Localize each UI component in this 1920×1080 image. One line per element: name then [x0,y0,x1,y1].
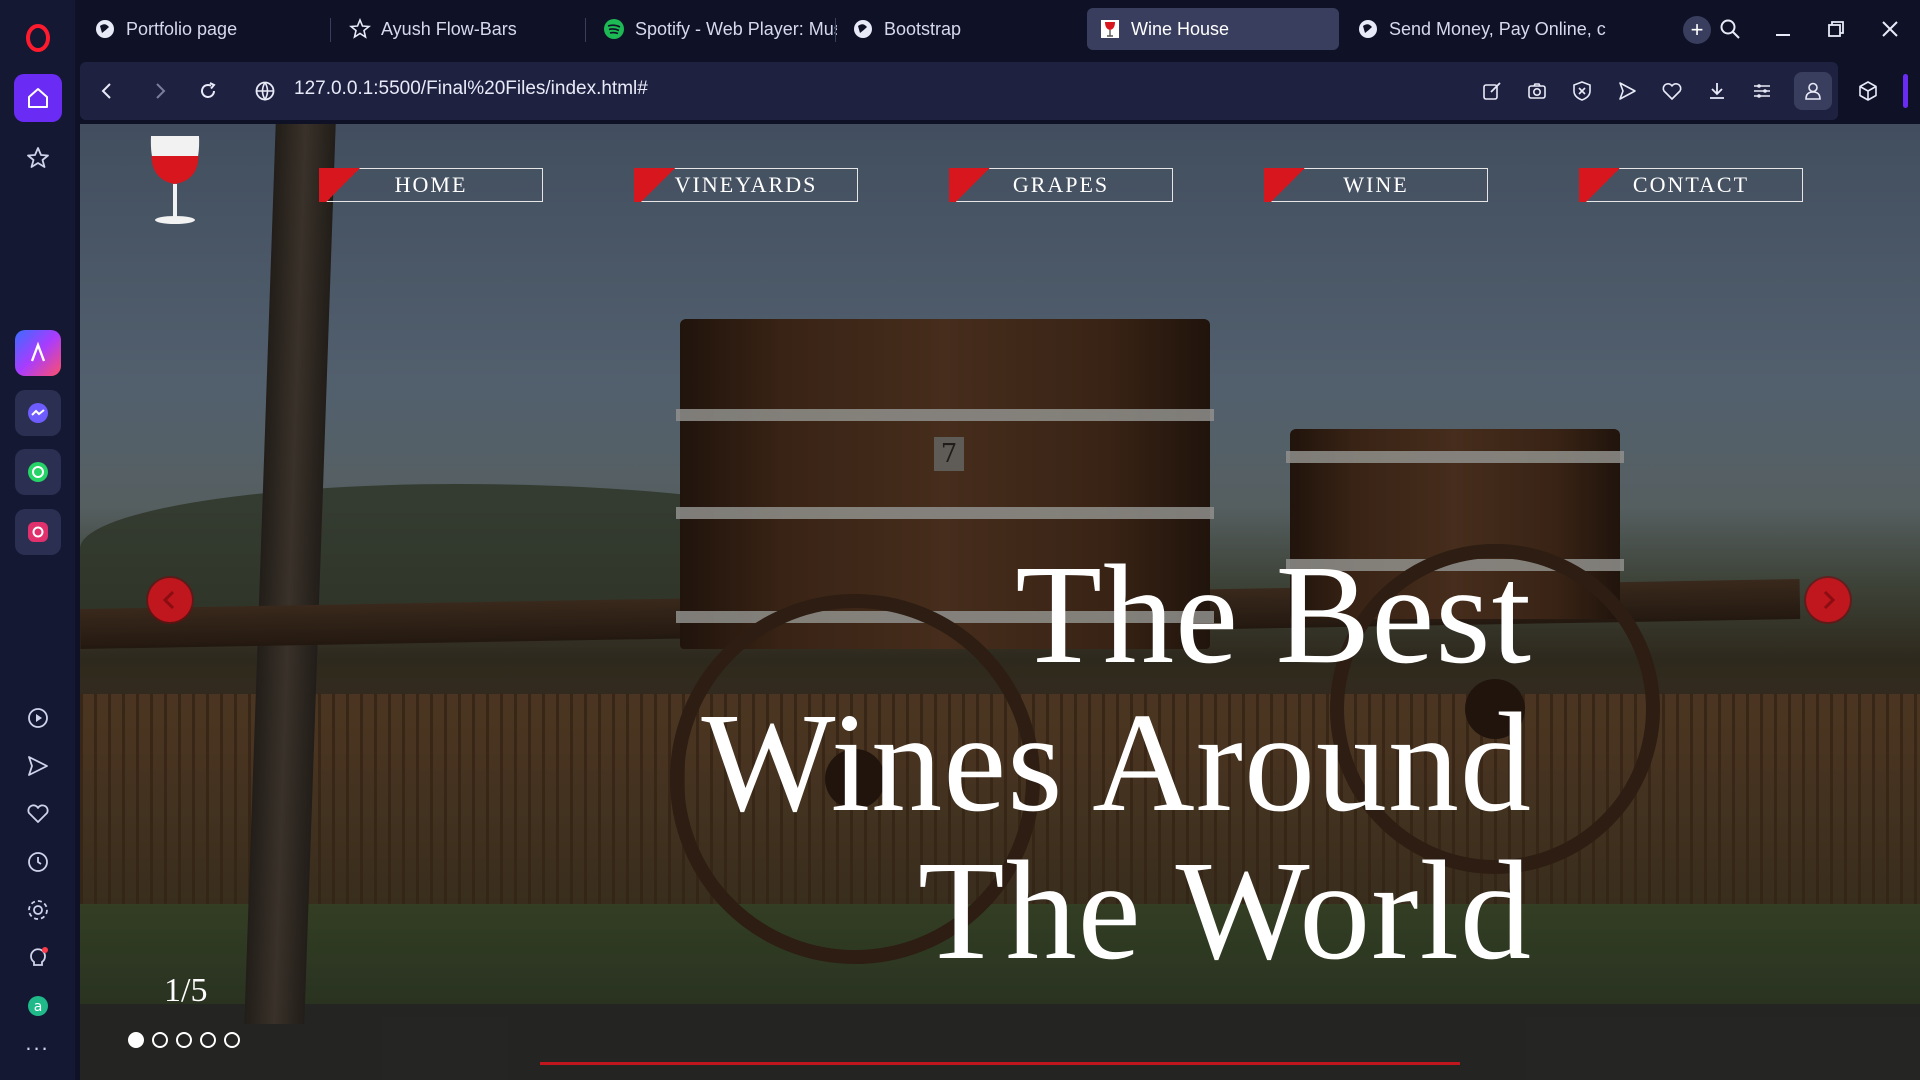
favorites-icon[interactable] [14,134,62,182]
tab-label: Portfolio page [126,18,238,39]
tab-label: Wine House [1131,18,1230,39]
new-tab-button[interactable]: + [1683,16,1711,44]
chevron-left-icon [162,590,175,610]
nav-red-flag [1264,168,1312,202]
profile-button[interactable] [1794,72,1832,110]
slider-dots [128,1032,240,1048]
aria-icon[interactable] [15,330,61,376]
nav-label: WINE [1343,172,1409,197]
sidebar-scroll-indicator [1903,74,1908,108]
nav-red-flag [319,168,367,202]
settings-icon[interactable] [14,886,62,934]
browser-sidebar: a ... [0,0,75,1080]
heart-icon[interactable] [14,790,62,838]
star-badge-icon [349,18,371,40]
slider-dot[interactable] [128,1032,144,1048]
headline-underline [540,1062,1460,1065]
url-field[interactable]: 127.0.0.1:5500/Final%20Files/index.html# [294,78,648,100]
tab-label: Bootstrap [884,18,962,39]
nav-home[interactable]: HOME [319,168,543,202]
wine-glass-logo-icon[interactable] [145,132,205,228]
edit-icon[interactable] [1477,76,1507,106]
tips-icon[interactable] [14,934,62,982]
tab-divider [585,18,586,42]
reload-icon[interactable] [193,76,223,106]
slider-dot[interactable] [200,1032,216,1048]
hero-headline: The Best Wines Around The World [701,540,1532,984]
globe-icon [1357,18,1379,40]
globe-icon [852,18,874,40]
sidebar-more-button[interactable]: ... [0,1030,75,1056]
bookmark-heart-icon[interactable] [1657,76,1687,106]
tab-send-money[interactable]: Send Money, Pay Online, c [1345,8,1665,50]
search-tabs-icon[interactable] [1715,14,1745,44]
nav-wine[interactable]: WINE [1264,168,1488,202]
nav-label: CONTACT [1632,172,1750,197]
tab-strip: Portfolio page Ayush Flow-Bars Spotify -… [75,0,1920,56]
tab-label: Spotify - Web Player: Mus [635,18,837,39]
close-icon[interactable] [1875,14,1905,44]
headline-line: The Best [1015,535,1532,693]
page-viewport: 7 HOME VINEYARDS GRAPES WINE CONTACT The… [80,124,1920,1080]
home-icon[interactable] [14,74,62,122]
slider-prev-button[interactable] [148,578,192,622]
opera-logo-icon[interactable] [14,14,62,62]
slide-counter: 1/5 [164,972,208,1009]
tab-label: Ayush Flow-Bars [381,18,517,39]
extensions-cube-icon[interactable] [1853,76,1883,106]
tab-ayush-flow-bars[interactable]: Ayush Flow-Bars [337,8,577,50]
tab-spotify[interactable]: Spotify - Web Player: Mus [591,8,837,50]
slider-dot[interactable] [224,1032,240,1048]
easy-setup-icon[interactable] [1747,76,1777,106]
nav-label: HOME [394,172,468,197]
wine-glass-icon [1099,18,1121,40]
whatsapp-icon[interactable] [15,449,61,495]
nav-grapes[interactable]: GRAPES [949,168,1173,202]
player-icon[interactable] [14,694,62,742]
restore-icon[interactable] [1821,14,1851,44]
download-icon[interactable] [1702,76,1732,106]
send-icon[interactable] [14,742,62,790]
chevron-right-icon [1823,590,1836,610]
site-info-icon[interactable] [250,76,280,106]
tab-portfolio-page[interactable]: Portfolio page [82,8,322,50]
back-icon[interactable] [92,76,122,106]
nav-vineyards[interactable]: VINEYARDS [634,168,858,202]
ad-blocker-icon[interactable] [1567,76,1597,106]
slider-next-button[interactable] [1806,578,1850,622]
nav-label: GRAPES [1012,172,1110,197]
spotify-icon [603,18,625,40]
svg-text:a: a [34,999,43,1015]
flow-send-icon[interactable] [1612,76,1642,106]
tab-label: Send Money, Pay Online, c [1389,18,1606,39]
camera-icon[interactable] [1522,76,1552,106]
history-icon[interactable] [14,838,62,886]
extension-a-icon[interactable]: a [14,982,62,1030]
profile-icon [1805,82,1821,100]
forward-icon[interactable] [145,76,175,106]
nav-red-flag [949,168,997,202]
tab-divider [835,18,836,42]
headline-line: Wines Around [701,683,1532,841]
tab-bootstrap[interactable]: Bootstrap [840,8,1080,50]
nav-label: VINEYARDS [674,172,818,197]
tab-wine-house[interactable]: Wine House [1087,8,1339,50]
tab-divider [330,18,331,42]
slider-dot[interactable] [176,1032,192,1048]
globe-icon [94,18,116,40]
messenger-icon[interactable] [15,390,61,436]
instagram-icon[interactable] [15,509,61,555]
minimize-icon[interactable] [1768,14,1798,44]
slider-dot[interactable] [152,1032,168,1048]
nav-red-flag [1579,168,1627,202]
headline-line: The World [917,831,1532,989]
address-bar: 127.0.0.1:5500/Final%20Files/index.html# [80,62,1838,120]
nav-contact[interactable]: CONTACT [1579,168,1803,202]
